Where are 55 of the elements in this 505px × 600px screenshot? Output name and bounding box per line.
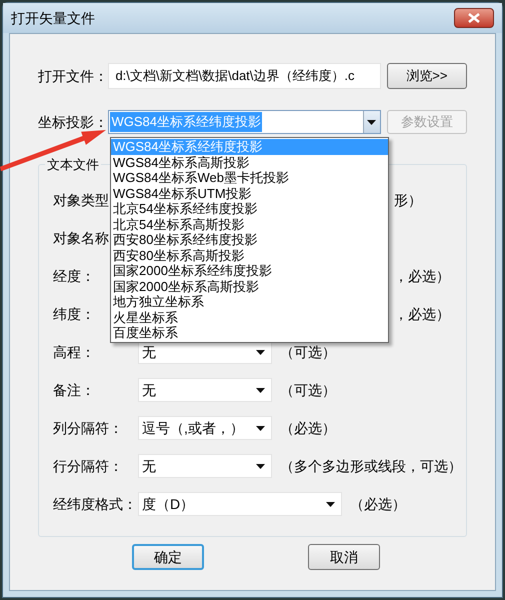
- caret-icon: [256, 464, 265, 468]
- close-icon: [468, 13, 480, 23]
- file-path-field[interactable]: d:\文档\新文档\数据\dat\边界（经纬度）.c: [108, 63, 381, 89]
- field-label: 对象类型: [53, 190, 109, 210]
- dropdown-field[interactable]: 度（D）: [138, 492, 342, 516]
- caret-icon: [367, 120, 376, 124]
- dropdown-value: 无: [142, 342, 156, 362]
- dropdown-option[interactable]: 地方独立坐标系: [111, 294, 388, 310]
- field-label: 经度：: [53, 266, 95, 286]
- caret-icon: [256, 388, 265, 392]
- field-label: 纬度：: [53, 304, 95, 324]
- dialog-button[interactable]: 确定: [132, 544, 204, 570]
- dropdown-field[interactable]: 逗号（,或者，）: [138, 416, 272, 440]
- hint-text: （可选）: [280, 342, 336, 362]
- browse-button[interactable]: 浏览>>: [386, 63, 467, 89]
- dropdown-field[interactable]: 无: [138, 378, 272, 402]
- window-title: 打开矢量文件: [11, 8, 95, 28]
- field-label: 打开文件：: [38, 66, 108, 86]
- field-label: 对象名称: [53, 228, 109, 248]
- dropdown-value: 无: [142, 456, 156, 476]
- field-label: 高程：: [53, 342, 95, 362]
- hint-text: （必选）: [280, 418, 336, 438]
- hint-text: （必选）: [350, 494, 406, 514]
- field-label: 备注：: [53, 380, 95, 400]
- dropdown-option[interactable]: 火星坐标系: [111, 310, 388, 325]
- selected-value: WGS84坐标系经纬度投影: [110, 112, 262, 132]
- hint-text: （可选）: [280, 380, 336, 400]
- field-label: 经纬度格式：: [53, 494, 137, 514]
- hint-text: 形）: [394, 190, 422, 210]
- dropdown-option[interactable]: 西安80坐标系经纬度投影: [111, 232, 388, 248]
- field-label: 列分隔符：: [53, 418, 123, 438]
- dropdown-option[interactable]: WGS84坐标系高斯投影: [111, 154, 388, 170]
- dropdown-option[interactable]: WGS84坐标系Web墨卡托投影: [111, 170, 388, 186]
- dropdown-option[interactable]: 北京54坐标系高斯投影: [111, 216, 388, 232]
- caret-icon: [256, 426, 265, 430]
- field-label: 坐标投影：: [38, 112, 108, 132]
- field-label: 行分隔符：: [53, 456, 123, 476]
- dropdown-option[interactable]: 国家2000坐标系高斯投影: [111, 278, 388, 294]
- hint-text: ，必选）: [394, 266, 450, 286]
- hint-text: （多个多边形或线段，可选）: [280, 456, 462, 476]
- dropdown-option[interactable]: WGS84坐标系UTM投影: [111, 186, 388, 201]
- dropdown-value: 无: [142, 380, 156, 400]
- dropdown-field[interactable]: 无: [138, 454, 272, 478]
- dropdown-option[interactable]: 国家2000坐标系经纬度投影: [111, 263, 388, 278]
- dropdown-value: 度（D）: [142, 494, 194, 514]
- dropdown-option[interactable]: 西安80坐标系高斯投影: [111, 248, 388, 263]
- caret-icon: [326, 502, 335, 506]
- hint-text: ，必选）: [394, 304, 450, 324]
- close-button[interactable]: [454, 8, 494, 28]
- dropdown-button[interactable]: [362, 111, 380, 133]
- dialog-button[interactable]: 取消: [308, 544, 380, 570]
- dropdown-option[interactable]: 百度坐标系: [111, 325, 388, 340]
- dropdown-value: 逗号（,或者，）: [142, 418, 244, 438]
- dropdown-option[interactable]: 北京54坐标系经纬度投影: [111, 201, 388, 216]
- caret-icon: [256, 350, 265, 354]
